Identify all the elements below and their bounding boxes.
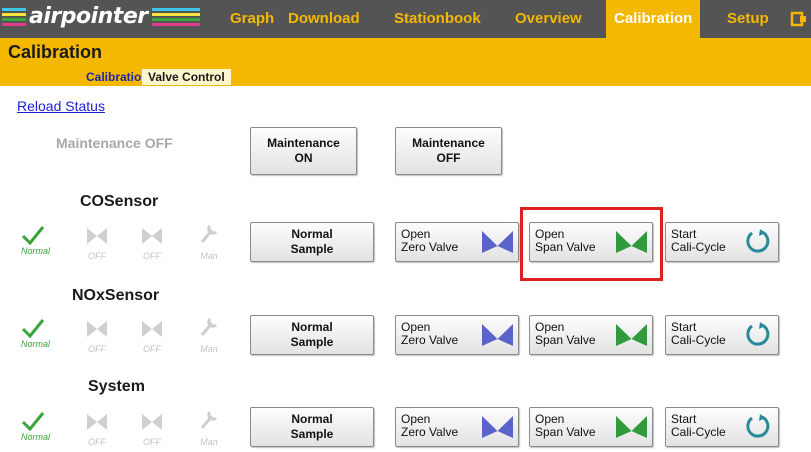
- nav-setup[interactable]: Setup: [719, 0, 777, 38]
- status-man-label: Man: [200, 344, 218, 354]
- status-off-1: OFF: [81, 226, 113, 261]
- start-cali-cycle-button[interactable]: Start Cali-Cycle: [665, 222, 779, 262]
- normal-sample-button[interactable]: Normal Sample: [250, 407, 374, 447]
- normal-sample-line2: Sample: [290, 242, 334, 256]
- normal-sample-button[interactable]: Normal Sample: [250, 315, 374, 355]
- open-span-valve-button[interactable]: Open Span Valve: [529, 222, 653, 262]
- cali-cycle-line2: Cali-Cycle: [671, 333, 726, 347]
- status-normal: Normal: [21, 410, 51, 442]
- valve-grey-icon: [142, 321, 162, 337]
- cali-cycle-line2: Cali-Cycle: [671, 240, 726, 254]
- maintenance-on-button[interactable]: Maintenance ON: [250, 127, 357, 175]
- nav-calibration[interactable]: Calibration: [606, 0, 701, 38]
- status-man-label: Man: [200, 251, 218, 261]
- status-off-2: OFF: [136, 226, 168, 261]
- normal-sample-line2: Sample: [290, 427, 334, 441]
- status-off-label: OFF: [88, 344, 106, 354]
- zero-valve-icon: [482, 231, 513, 253]
- open-zero-valve-button[interactable]: Open Zero Valve: [395, 407, 519, 447]
- maintenance-status: Maintenance OFF: [56, 135, 173, 151]
- airpointer-logo[interactable]: airpointer: [2, 4, 200, 34]
- status-normal: Normal: [21, 224, 51, 256]
- section-title-system: System: [88, 378, 145, 395]
- nav-download[interactable]: Download: [280, 0, 368, 38]
- section-title-cosensor: COSensor: [80, 193, 159, 210]
- status-off-2: OFF: [136, 319, 168, 354]
- checkmark-icon: [21, 319, 45, 339]
- status-normal-label: Normal: [21, 432, 51, 442]
- maintenance-on-line1: Maintenance: [267, 136, 340, 150]
- status-off-label: OFF: [88, 251, 106, 261]
- status-normal: Normal: [21, 317, 51, 349]
- status-man: Man: [193, 315, 225, 354]
- normal-sample-line1: Normal: [291, 320, 333, 334]
- maintenance-on-line2: ON: [294, 151, 313, 165]
- zero-valve-line2: Zero Valve: [401, 333, 459, 347]
- status-off-1: OFF: [81, 412, 113, 447]
- start-cali-cycle-button[interactable]: Start Cali-Cycle: [665, 407, 779, 447]
- zero-valve-icon: [482, 416, 513, 438]
- subtab-valve-control[interactable]: Valve Control: [142, 69, 231, 85]
- normal-sample-line1: Normal: [291, 227, 333, 241]
- page-title: Calibration: [8, 42, 103, 62]
- wrench-icon: [200, 224, 218, 243]
- open-zero-valve-button[interactable]: Open Zero Valve: [395, 222, 519, 262]
- checkmark-icon: [21, 412, 45, 432]
- status-off-label: OFF: [143, 437, 161, 447]
- wrench-icon: [200, 410, 218, 429]
- span-valve-icon: [616, 231, 647, 253]
- section-title-noxsensor: NOxSensor: [72, 287, 160, 304]
- normal-sample-button[interactable]: Normal Sample: [250, 222, 374, 262]
- top-nav-bar: airpointer Graph Download Stationbook Ov…: [0, 0, 811, 38]
- logo-text: airpointer: [29, 4, 148, 29]
- normal-sample-line2: Sample: [290, 335, 334, 349]
- app-window: airpointer Graph Download Stationbook Ov…: [0, 0, 811, 452]
- cycle-arrow-icon: [746, 322, 770, 346]
- status-normal-label: Normal: [21, 246, 51, 256]
- maintenance-off-button[interactable]: Maintenance OFF: [395, 127, 502, 175]
- status-normal-label: Normal: [21, 339, 51, 349]
- wrench-icon: [200, 317, 218, 336]
- valve-grey-icon: [142, 414, 162, 430]
- open-zero-valve-button[interactable]: Open Zero Valve: [395, 315, 519, 355]
- open-span-valve-button[interactable]: Open Span Valve: [529, 407, 653, 447]
- span-valve-line2: Span Valve: [535, 333, 596, 347]
- span-valve-icon: [616, 324, 647, 346]
- status-off-label: OFF: [88, 437, 106, 447]
- cycle-arrow-icon: [746, 414, 770, 438]
- valve-grey-icon: [87, 414, 107, 430]
- nav-stationbook[interactable]: Stationbook: [386, 0, 489, 38]
- reload-status-link[interactable]: Reload Status: [17, 98, 105, 114]
- logo-stripes-right: [152, 8, 200, 28]
- start-cali-cycle-button[interactable]: Start Cali-Cycle: [665, 315, 779, 355]
- valve-grey-icon: [87, 228, 107, 244]
- status-off-1: OFF: [81, 319, 113, 354]
- status-off-label: OFF: [143, 251, 161, 261]
- span-valve-icon: [616, 416, 647, 438]
- span-valve-line2: Span Valve: [535, 240, 596, 254]
- zero-valve-line2: Zero Valve: [401, 240, 459, 254]
- status-man: Man: [193, 222, 225, 261]
- checkmark-icon: [21, 226, 45, 246]
- zero-valve-icon: [482, 324, 513, 346]
- status-man: Man: [193, 408, 225, 447]
- status-off-2: OFF: [136, 412, 168, 447]
- logo-stripes-left: [2, 8, 26, 28]
- span-valve-line2: Span Valve: [535, 425, 596, 439]
- page-header: Calibration Calibration Valve Control: [0, 38, 811, 86]
- cycle-arrow-icon: [746, 229, 770, 253]
- logout-plug-icon[interactable]: [790, 10, 806, 28]
- status-off-label: OFF: [143, 344, 161, 354]
- nav-graph[interactable]: Graph: [222, 0, 282, 38]
- maintenance-off-line1: Maintenance: [412, 136, 485, 150]
- cali-cycle-line2: Cali-Cycle: [671, 425, 726, 439]
- nav-overview[interactable]: Overview: [507, 0, 590, 38]
- normal-sample-line1: Normal: [291, 412, 333, 426]
- open-span-valve-button[interactable]: Open Span Valve: [529, 315, 653, 355]
- valve-grey-icon: [87, 321, 107, 337]
- valve-grey-icon: [142, 228, 162, 244]
- zero-valve-line2: Zero Valve: [401, 425, 459, 439]
- maintenance-off-line2: OFF: [436, 151, 461, 165]
- status-man-label: Man: [200, 437, 218, 447]
